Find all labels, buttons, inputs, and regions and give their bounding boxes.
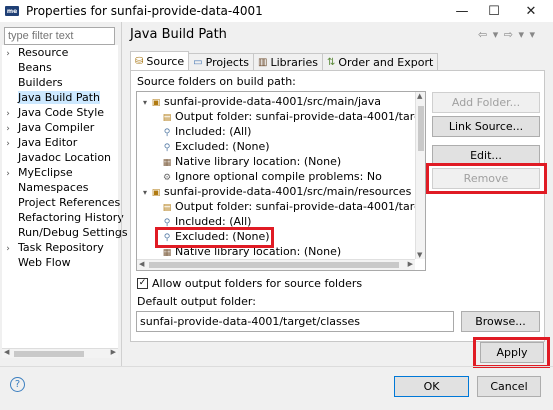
tree-row-src-main-java[interactable]: ▾ ▣ sunfai-provide-data-4001/src/main/java xyxy=(140,94,381,109)
nav-item-java-editor[interactable]: › Java Editor xyxy=(2,135,118,150)
nav-item-java-build-path[interactable]: Java Build Path xyxy=(2,90,118,105)
maximize-button[interactable]: ☐ xyxy=(479,0,509,22)
scroll-thumb[interactable] xyxy=(14,351,84,357)
tree-row-native-library[interactable]: ▦ Native library location: (None) xyxy=(161,154,341,169)
source-icon: ⛁ xyxy=(135,55,144,67)
tab-order-and-export[interactable]: ⇅ Order and Export xyxy=(321,53,439,70)
scroll-thumb[interactable] xyxy=(149,262,399,268)
nav-item-beans[interactable]: Beans xyxy=(2,60,118,75)
scroll-down-icon[interactable]: ▼ xyxy=(417,251,422,259)
close-button[interactable]: ✕ xyxy=(516,0,546,22)
chevron-down-icon[interactable]: ▾ xyxy=(140,185,150,200)
allow-output-folders-label: Allow output folders for source folders xyxy=(152,277,363,290)
nav-item-namespaces[interactable]: Namespaces xyxy=(2,180,118,195)
cancel-button[interactable]: Cancel xyxy=(477,376,541,397)
nav-item-project-references[interactable]: Project References xyxy=(2,195,120,210)
browse-button[interactable]: Browse... xyxy=(461,311,540,332)
tab-libraries[interactable]: ▥ Libraries xyxy=(253,53,323,70)
tree-row-excluded[interactable]: ⚲ Excluded: (None) xyxy=(161,139,270,154)
history-nav-icon[interactable]: ⇦ ▾ ⇨ ▾ ▾ xyxy=(478,28,536,41)
default-output-folder-field[interactable]: sunfai-provide-data-4001/target/classes xyxy=(136,311,454,332)
minimize-button[interactable]: — xyxy=(447,0,477,22)
highlight-excluded xyxy=(155,227,274,248)
order-export-icon: ⇅ xyxy=(326,56,336,68)
nav-item-builders[interactable]: Builders xyxy=(2,75,118,90)
nav-item-refactoring-history[interactable]: Refactoring History xyxy=(2,210,124,225)
projects-icon: ▭ xyxy=(193,56,203,68)
help-icon[interactable]: ? xyxy=(10,377,25,392)
add-folder-button[interactable]: Add Folder... xyxy=(432,92,540,113)
libraries-icon: ▥ xyxy=(258,56,268,68)
panel-splitter[interactable] xyxy=(121,22,122,367)
app-icon: me xyxy=(5,6,19,16)
tree-horizontal-scrollbar[interactable]: ◀ ▶ xyxy=(137,259,415,270)
property-nav-tree: › Resource Beans Builders Java Build Path… xyxy=(2,45,128,355)
tree-vertical-scrollbar[interactable]: ▲ ▼ xyxy=(415,92,425,259)
highlight-remove xyxy=(426,163,547,194)
tree-row-included[interactable]: ⚲ Included: (All) xyxy=(161,124,252,139)
scroll-right-icon[interactable]: ▶ xyxy=(408,260,413,268)
ok-button[interactable]: OK xyxy=(394,376,469,397)
scroll-thumb[interactable] xyxy=(418,106,424,151)
filter-input[interactable] xyxy=(4,27,115,45)
page-title: Java Build Path xyxy=(130,27,227,42)
tab-projects[interactable]: ▭ Projects xyxy=(188,53,254,70)
scroll-left-icon[interactable]: ◀ xyxy=(4,348,9,356)
tree-row-output-folder[interactable]: ▤ Output folder: sunfai-provide-data-4001… xyxy=(161,199,425,214)
scroll-left-icon[interactable]: ◀ xyxy=(139,260,144,268)
nav-item-run-debug-settings[interactable]: Run/Debug Settings xyxy=(2,225,128,240)
nav-item-javadoc-location[interactable]: Javadoc Location xyxy=(2,150,118,165)
nav-item-web-flow[interactable]: Web Flow xyxy=(2,255,118,270)
link-source-button[interactable]: Link Source... xyxy=(432,116,540,137)
tab-source[interactable]: ⛁ Source xyxy=(130,51,190,70)
nav-item-task-repository[interactable]: › Task Repository xyxy=(2,240,118,255)
scroll-up-icon[interactable]: ▲ xyxy=(417,92,422,100)
nav-horizontal-scrollbar[interactable]: ◀ ▶ xyxy=(2,348,118,358)
build-path-tabs: ⛁ Source ▭ Projects ▥ Libraries ⇅ Order and … xyxy=(130,51,439,71)
nav-item-myeclipse[interactable]: › MyEclipse xyxy=(2,165,118,180)
tree-row-src-main-resources[interactable]: ▾ ▣ sunfai-provide-data-4001/src/main/reso… xyxy=(140,184,411,199)
allow-output-folders-checkbox[interactable]: ✓ xyxy=(137,278,148,289)
tree-row-ignore-problems[interactable]: ⚙ Ignore optional compile problems: No xyxy=(161,169,382,184)
nav-item-java-code-style[interactable]: › Java Code Style xyxy=(2,105,118,120)
chevron-down-icon[interactable]: ▾ xyxy=(140,95,150,110)
source-folders-label: Source folders on build path: xyxy=(137,75,296,88)
default-output-folder-label: Default output folder: xyxy=(137,295,256,308)
nav-item-java-compiler[interactable]: › Java Compiler xyxy=(2,120,118,135)
scroll-right-icon[interactable]: ▶ xyxy=(111,348,116,356)
highlight-apply xyxy=(473,337,550,368)
tree-row-output-folder[interactable]: ▤ Output folder: sunfai-provide-data-4001… xyxy=(161,109,425,124)
nav-item-resource[interactable]: › Resource xyxy=(2,45,118,60)
footer-divider xyxy=(0,366,553,367)
title-bar: me Properties for sunfai-provide-data-40… xyxy=(0,0,553,22)
window-title: Properties for sunfai-provide-data-4001 xyxy=(26,4,263,18)
